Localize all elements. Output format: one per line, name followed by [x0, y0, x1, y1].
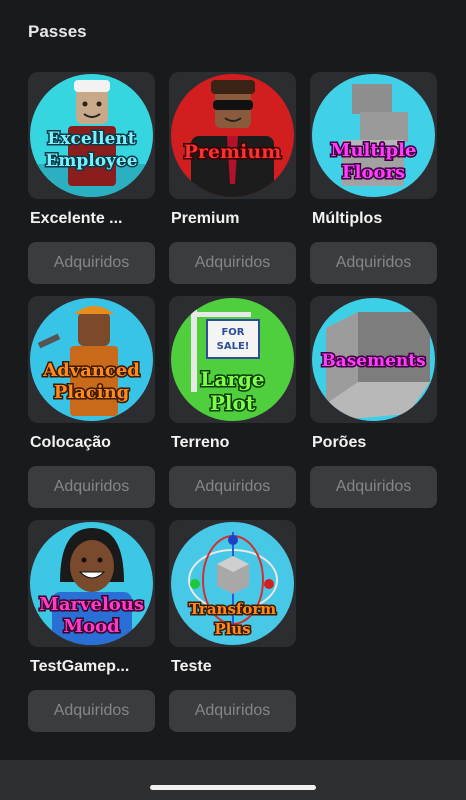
pass-thumbnail[interactable]: Transform Plus	[169, 520, 296, 647]
badge-line-1: Large	[200, 367, 264, 391]
badge-line-1: Marvelous	[39, 594, 144, 615]
pass-card[interactable]: Basements Porões Adquiridos	[310, 296, 437, 520]
pass-card[interactable]: Marvelous Mood TestGamep... Adquiridos	[28, 520, 155, 744]
pass-name[interactable]: Colocação	[30, 434, 155, 452]
svg-text:SALE!: SALE!	[217, 341, 250, 352]
pass-thumbnail[interactable]: Advanced Placing	[28, 296, 155, 423]
acquired-button[interactable]: Adquiridos	[169, 466, 296, 508]
pass-thumbnail[interactable]: Basements	[310, 296, 437, 423]
badge-line-1: Transform	[189, 600, 276, 618]
bottom-bar	[0, 760, 466, 800]
acquired-button[interactable]: Adquiridos	[28, 466, 155, 508]
badge-line-2: Employee	[45, 151, 137, 171]
pass-name[interactable]: Terreno	[171, 434, 296, 452]
pass-card[interactable]: Premium Premium Adquiridos	[169, 72, 296, 296]
acquired-button[interactable]: Adquiridos	[28, 690, 155, 732]
pass-name[interactable]: Teste	[171, 658, 296, 676]
badge-line-2: Floors	[342, 162, 405, 183]
pass-icon-large-plot: FOR SALE! Large Plot	[171, 298, 294, 421]
pass-icon-basements: Basements	[312, 298, 435, 421]
pass-card[interactable]: Excellent Employee Excelente ... Adquiri…	[28, 72, 155, 296]
badge-line-1: Advanced	[42, 360, 140, 381]
acquired-button[interactable]: Adquiridos	[310, 466, 437, 508]
pass-card[interactable]: Advanced Placing Colocação Adquiridos	[28, 296, 155, 520]
badge-line-2: Plus	[214, 620, 250, 638]
acquired-button[interactable]: Adquiridos	[310, 242, 437, 284]
acquired-button[interactable]: Adquiridos	[169, 690, 296, 732]
badge-line-1: Basements	[321, 351, 425, 371]
pass-thumbnail[interactable]: Premium	[169, 72, 296, 199]
pass-name[interactable]: Premium	[171, 210, 296, 228]
pass-thumbnail[interactable]: Excellent Employee	[28, 72, 155, 199]
badge-line-1: Excellent	[47, 129, 135, 149]
acquired-button[interactable]: Adquiridos	[28, 242, 155, 284]
pass-icon-marvelous-mood: Marvelous Mood	[30, 522, 153, 645]
badge-line-2: Plot	[210, 391, 256, 415]
pass-card[interactable]: Transform Plus Teste Adquiridos	[169, 520, 296, 744]
badge-line-1: Premium	[184, 141, 282, 163]
pass-thumbnail[interactable]: Multiple Floors	[310, 72, 437, 199]
pass-icon-multiple-floors: Multiple Floors	[312, 74, 435, 197]
svg-text:FOR: FOR	[221, 327, 244, 338]
section-title: Passes	[28, 22, 87, 41]
passes-grid: Excellent Employee Excelente ... Adquiri…	[28, 72, 437, 744]
pass-name[interactable]: Excelente ...	[30, 210, 155, 228]
pass-icon-advanced-placing: Advanced Placing	[30, 298, 153, 421]
pass-name[interactable]: Múltiplos	[312, 210, 437, 228]
badge-line-1: Multiple	[331, 140, 417, 161]
badge-line-2: Mood	[63, 616, 120, 637]
home-indicator[interactable]	[150, 785, 316, 790]
pass-icon-excellent-employee: Excellent Employee	[30, 74, 153, 197]
pass-icon-premium: Premium	[171, 74, 294, 197]
pass-thumbnail[interactable]: Marvelous Mood	[28, 520, 155, 647]
pass-icon-transform-plus: Transform Plus	[171, 522, 294, 645]
pass-card[interactable]: Multiple Floors Múltiplos Adquiridos	[310, 72, 437, 296]
pass-thumbnail[interactable]: FOR SALE! Large Plot	[169, 296, 296, 423]
badge-line-2: Placing	[54, 382, 130, 403]
pass-name[interactable]: TestGamep...	[30, 658, 155, 676]
pass-card[interactable]: FOR SALE! Large Plot Terreno Adquiridos	[169, 296, 296, 520]
acquired-button[interactable]: Adquiridos	[169, 242, 296, 284]
pass-name[interactable]: Porões	[312, 434, 437, 452]
